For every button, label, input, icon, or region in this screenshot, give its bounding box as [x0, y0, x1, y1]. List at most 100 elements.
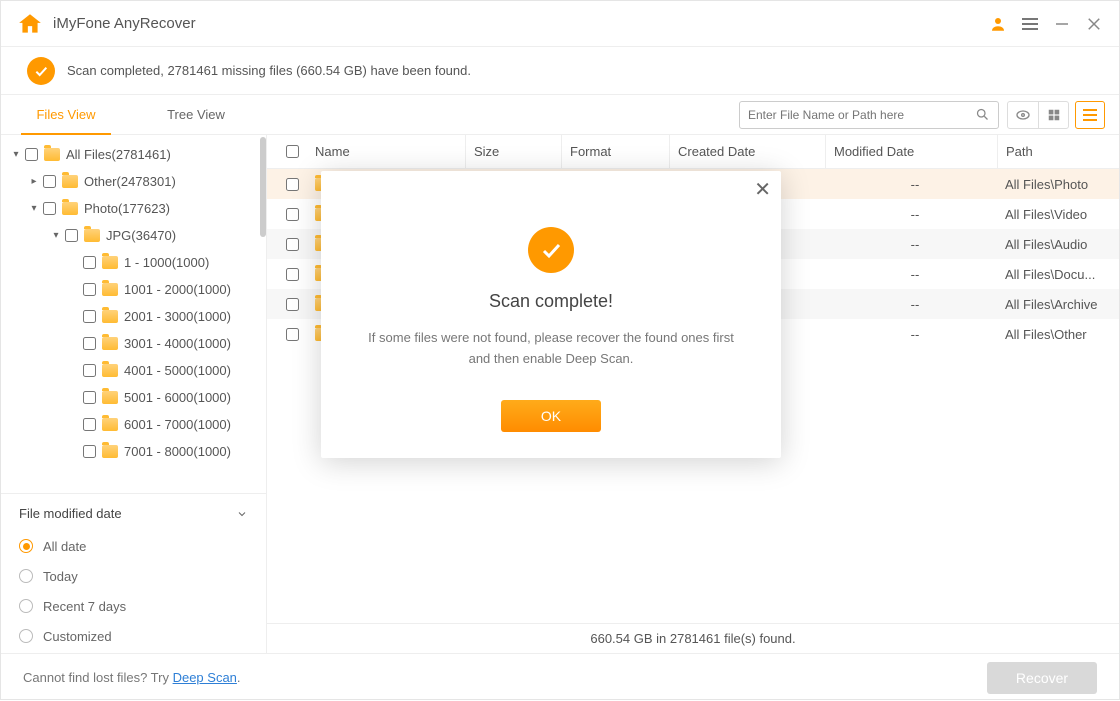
tree-node-range[interactable]: 6001 - 7000(1000): [1, 411, 266, 438]
tree-checkbox[interactable]: [83, 391, 96, 404]
tree-node-other[interactable]: ▸ Other(2478301): [1, 168, 266, 195]
tree-checkbox[interactable]: [83, 337, 96, 350]
tree-checkbox[interactable]: [43, 175, 56, 188]
cell-modified: --: [825, 237, 997, 252]
cell-modified: --: [825, 177, 997, 192]
grid-view-icon[interactable]: [1038, 102, 1068, 128]
radio-icon[interactable]: [19, 599, 33, 613]
tree-checkbox[interactable]: [83, 445, 96, 458]
row-checkbox[interactable]: [286, 328, 299, 341]
tree-node-jpg[interactable]: ▾ JPG(36470): [1, 222, 266, 249]
list-view-icon[interactable]: [1075, 101, 1105, 129]
filter-header[interactable]: File modified date: [19, 506, 248, 521]
toolbar: Files View Tree View: [1, 95, 1119, 135]
col-size[interactable]: Size: [465, 135, 561, 168]
folder-icon: [102, 283, 118, 296]
chevron-right-icon[interactable]: ▸: [27, 176, 41, 187]
tree-node-photo[interactable]: ▾ Photo(177623): [1, 195, 266, 222]
tree-checkbox[interactable]: [83, 310, 96, 323]
ok-button[interactable]: OK: [501, 400, 601, 432]
tab-tree-view[interactable]: Tree View: [131, 95, 261, 134]
tree-checkbox[interactable]: [65, 229, 78, 242]
col-created[interactable]: Created Date: [669, 135, 825, 168]
tree-label: JPG(36470): [106, 228, 176, 243]
tree-label: 2001 - 3000(1000): [124, 309, 231, 324]
tree-checkbox[interactable]: [83, 283, 96, 296]
folder-icon: [84, 229, 100, 242]
preview-icon[interactable]: [1008, 102, 1038, 128]
folder-icon: [102, 337, 118, 350]
col-name[interactable]: Name: [307, 135, 465, 168]
cell-path: All Files\Docu...: [997, 267, 1119, 282]
recover-button[interactable]: Recover: [987, 662, 1097, 694]
tree-node-range[interactable]: 1001 - 2000(1000): [1, 276, 266, 303]
select-all-checkbox[interactable]: [286, 145, 299, 158]
filter-option[interactable]: Today: [19, 561, 248, 591]
minimize-icon[interactable]: [1053, 15, 1071, 33]
col-path[interactable]: Path: [997, 135, 1119, 168]
tree-node-range[interactable]: 5001 - 6000(1000): [1, 384, 266, 411]
dialog-close-icon[interactable]: ✕: [754, 177, 771, 202]
chevron-down-icon: [236, 508, 248, 520]
chevron-down-icon[interactable]: ▾: [27, 203, 41, 214]
radio-icon[interactable]: [19, 539, 33, 553]
tree-node-range[interactable]: 4001 - 5000(1000): [1, 357, 266, 384]
table-header: Name Size Format Created Date Modified D…: [267, 135, 1119, 169]
check-icon: [27, 57, 55, 85]
col-format[interactable]: Format: [561, 135, 669, 168]
home-icon[interactable]: [17, 11, 43, 37]
app-title: iMyFone AnyRecover: [53, 15, 989, 32]
tree-node-range[interactable]: 3001 - 4000(1000): [1, 330, 266, 357]
tree-checkbox[interactable]: [25, 148, 38, 161]
filter-option-label: Recent 7 days: [43, 599, 126, 614]
tree-node-range[interactable]: 2001 - 3000(1000): [1, 303, 266, 330]
row-checkbox[interactable]: [286, 268, 299, 281]
tree-checkbox[interactable]: [43, 202, 56, 215]
search-input[interactable]: [748, 108, 975, 122]
radio-icon[interactable]: [19, 569, 33, 583]
filter-option[interactable]: Recent 7 days: [19, 591, 248, 621]
close-icon[interactable]: [1085, 15, 1103, 33]
file-tree: ▾ All Files(2781461) ▸ Other(2478301) ▾ …: [1, 135, 266, 493]
cell-modified: --: [825, 207, 997, 222]
cell-path: All Files\Photo: [997, 177, 1119, 192]
tab-files-view[interactable]: Files View: [1, 95, 131, 134]
tree-label: 1001 - 2000(1000): [124, 282, 231, 297]
menu-icon[interactable]: [1021, 15, 1039, 33]
search-icon[interactable]: [975, 107, 990, 122]
filter-option[interactable]: Customized: [19, 621, 248, 651]
filter-panel: File modified date All dateToday Recent 7…: [1, 493, 266, 653]
table-summary: 660.54 GB in 2781461 file(s) found.: [267, 623, 1119, 653]
row-checkbox[interactable]: [286, 178, 299, 191]
filter-option-label: Customized: [43, 629, 112, 644]
cell-path: All Files\Video: [997, 207, 1119, 222]
cell-modified: --: [825, 267, 997, 282]
dialog-message: If some files were not found, please rec…: [321, 328, 781, 370]
tree-node-range[interactable]: 7001 - 8000(1000): [1, 438, 266, 465]
col-modified[interactable]: Modified Date: [825, 135, 997, 168]
cell-path: All Files\Archive: [997, 297, 1119, 312]
deep-scan-link[interactable]: Deep Scan: [173, 670, 237, 685]
row-checkbox[interactable]: [286, 208, 299, 221]
status-text: Scan completed, 2781461 missing files (6…: [67, 63, 471, 78]
title-bar: iMyFone AnyRecover: [1, 1, 1119, 47]
radio-icon[interactable]: [19, 629, 33, 643]
tree-label: 5001 - 6000(1000): [124, 390, 231, 405]
tree-scrollbar[interactable]: [260, 137, 266, 237]
tree-checkbox[interactable]: [83, 256, 96, 269]
chevron-down-icon[interactable]: ▾: [9, 149, 23, 160]
tree-checkbox[interactable]: [83, 418, 96, 431]
folder-icon: [102, 256, 118, 269]
tree-checkbox[interactable]: [83, 364, 96, 377]
user-icon[interactable]: [989, 15, 1007, 33]
tree-label: Photo(177623): [84, 201, 170, 216]
scan-status-bar: Scan completed, 2781461 missing files (6…: [1, 47, 1119, 95]
folder-icon: [62, 175, 78, 188]
row-checkbox[interactable]: [286, 238, 299, 251]
chevron-down-icon[interactable]: ▾: [49, 230, 63, 241]
row-checkbox[interactable]: [286, 298, 299, 311]
filter-option[interactable]: All date: [19, 531, 248, 561]
tree-node-all-files[interactable]: ▾ All Files(2781461): [1, 141, 266, 168]
search-box[interactable]: [739, 101, 999, 129]
tree-node-range[interactable]: 1 - 1000(1000): [1, 249, 266, 276]
